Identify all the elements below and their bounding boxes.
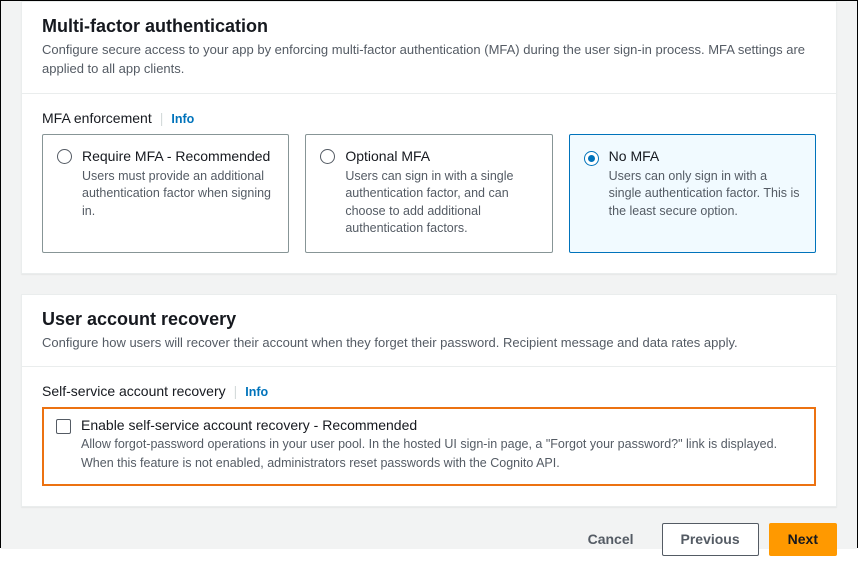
recovery-checkbox-title: Enable self-service account recovery - R… [81, 417, 802, 433]
recovery-panel: User account recovery Configure how user… [21, 294, 837, 507]
mfa-option-optional[interactable]: Optional MFA Users can sign in with a si… [305, 134, 552, 253]
wizard-footer: Cancel Previous Next [21, 507, 837, 564]
mfa-enforcement-label: MFA enforcement [42, 110, 152, 126]
cancel-button[interactable]: Cancel [570, 524, 652, 556]
mfa-option-desc: Users must provide an additional authent… [82, 168, 274, 221]
radio-icon [584, 151, 599, 166]
mfa-options-group: Require MFA - Recommended Users must pro… [42, 134, 816, 253]
recovery-field-label: Self-service account recovery [42, 383, 226, 399]
mfa-title: Multi-factor authentication [42, 16, 816, 37]
mfa-option-title: Optional MFA [345, 147, 537, 166]
mfa-option-desc: Users can only sign in with a single aut… [609, 168, 801, 221]
radio-icon [57, 149, 72, 164]
radio-icon [320, 149, 335, 164]
previous-button[interactable]: Previous [662, 523, 759, 557]
mfa-header: Multi-factor authentication Configure se… [22, 2, 836, 94]
label-divider: | [234, 383, 238, 399]
checkbox-icon [56, 419, 71, 434]
recovery-header: User account recovery Configure how user… [22, 295, 836, 368]
mfa-option-none[interactable]: No MFA Users can only sign in with a sin… [569, 134, 816, 253]
next-button[interactable]: Next [769, 523, 837, 557]
recovery-description: Configure how users will recover their a… [42, 334, 816, 353]
mfa-info-link[interactable]: Info [171, 112, 194, 126]
mfa-option-title: No MFA [609, 147, 801, 166]
mfa-description: Configure secure access to your app by e… [42, 41, 816, 79]
label-divider: | [160, 110, 164, 126]
mfa-option-title: Require MFA - Recommended [82, 147, 274, 166]
mfa-option-require[interactable]: Require MFA - Recommended Users must pro… [42, 134, 289, 253]
mfa-panel: Multi-factor authentication Configure se… [21, 1, 837, 274]
recovery-checkbox-desc: Allow forgot-password operations in your… [81, 435, 802, 471]
recovery-info-link[interactable]: Info [245, 385, 268, 399]
enable-self-service-recovery-checkbox[interactable]: Enable self-service account recovery - R… [42, 407, 816, 485]
mfa-option-desc: Users can sign in with a single authenti… [345, 168, 537, 238]
recovery-title: User account recovery [42, 309, 816, 330]
